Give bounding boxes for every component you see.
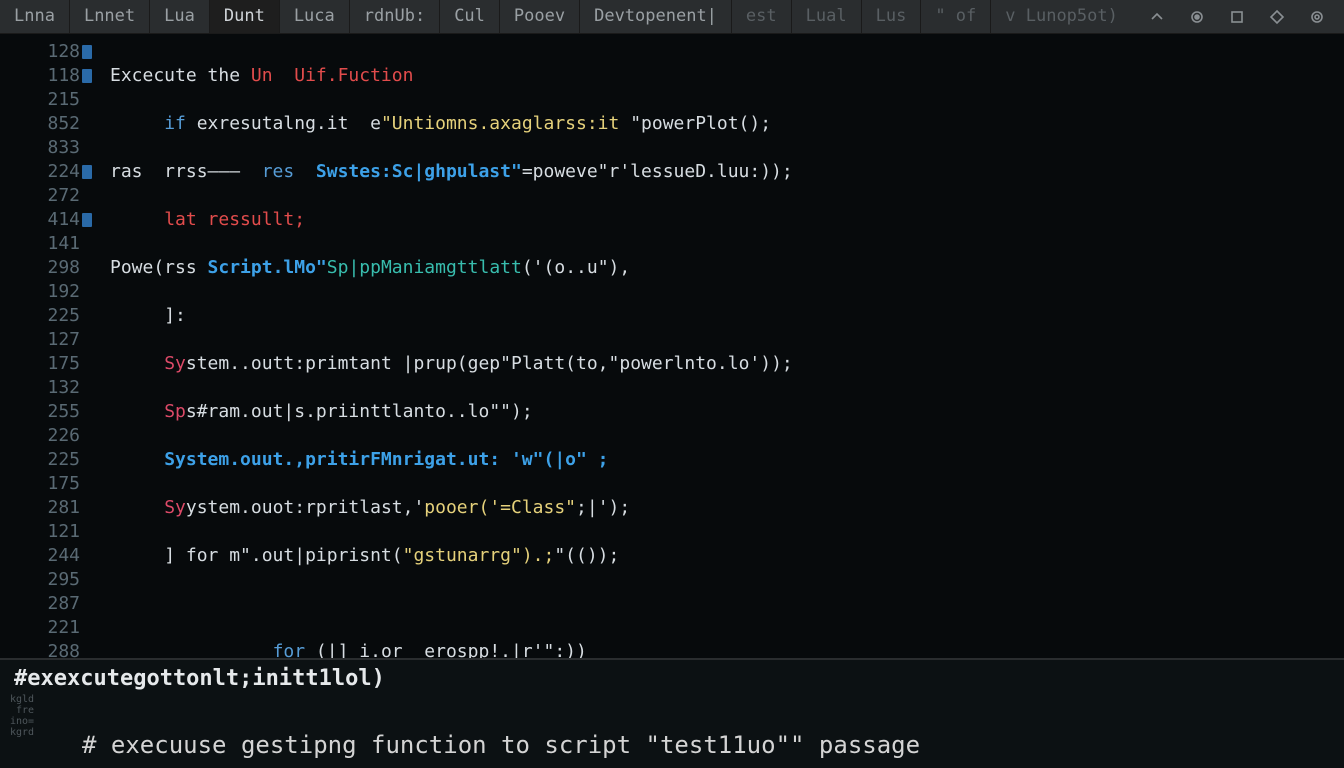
code-line: System.ouut.,pritirFMnrigat.ut: 'w"(|o" … <box>110 448 1344 472</box>
line-number: 244 <box>0 544 80 568</box>
terminal-mini-output: kgld fre ino= kgrd <box>10 694 34 738</box>
tab-lunop[interactable]: v Lunop5ot) <box>991 0 1130 33</box>
line-number: 128 <box>0 40 80 64</box>
code-line: Excecute the Un Uif.Fuction <box>110 64 1344 88</box>
line-number: 127 <box>0 328 80 352</box>
editor: 128 118 215 852 833 224 272 414 141 298 … <box>0 34 1344 658</box>
line-number: 287 <box>0 592 80 616</box>
titlebar: Lnna Lnnet Lua Dunt Luca rdnUb: Cul Pooe… <box>0 0 1344 34</box>
line-number: 281 <box>0 496 80 520</box>
line-number: 215 <box>0 88 80 112</box>
maximize-icon[interactable] <box>1228 8 1246 26</box>
tab-lnnet[interactable]: Lnnet <box>70 0 150 33</box>
line-number: 255 <box>0 400 80 424</box>
tab-lua[interactable]: Lua <box>150 0 210 33</box>
tab-cul[interactable]: Cul <box>440 0 500 33</box>
code-area[interactable]: Excecute the Un Uif.Fuction if exresutal… <box>92 34 1344 658</box>
tab-lnna[interactable]: Lnna <box>0 0 70 33</box>
tab-devtop[interactable]: Devtopenent| <box>580 0 732 33</box>
tab-pooev[interactable]: Pooev <box>500 0 580 33</box>
diamond-icon[interactable] <box>1268 8 1286 26</box>
line-number: 192 <box>0 280 80 304</box>
line-number: 121 <box>0 520 80 544</box>
gear-icon[interactable] <box>1308 8 1326 26</box>
tab-lual[interactable]: Lual <box>792 0 862 33</box>
line-number: 175 <box>0 352 80 376</box>
code-line: if exresutalng.it e"Untiomns.axaglarss:i… <box>110 112 1344 136</box>
line-number: 225 <box>0 304 80 328</box>
line-number: 226 <box>0 424 80 448</box>
line-number-gutter: 128 118 215 852 833 224 272 414 141 298 … <box>0 34 92 658</box>
terminal-comment: # execuuse gestipng function to script "… <box>14 731 1330 759</box>
line-number: 224 <box>0 160 80 184</box>
code-line: System..outt:primtant |prup(gep"Platt(to… <box>110 352 1344 376</box>
code-line: Powe(rss Script.lMo"Sp|ppManiamgttlatt('… <box>110 256 1344 280</box>
code-line: ] for m".out|piprisnt("gstunarrg").;"(()… <box>110 544 1344 568</box>
code-line <box>110 592 1344 616</box>
line-number: 298 <box>0 256 80 280</box>
code-line: Syystem.ouot:rpritlast,'pooer('=Class";|… <box>110 496 1344 520</box>
line-number: 225 <box>0 448 80 472</box>
tab-dunt[interactable]: Dunt <box>210 0 280 33</box>
record-icon[interactable] <box>1188 8 1206 26</box>
code-line: for (|] i.or erospp!.|r'":)) <box>110 640 1344 658</box>
tab-lus[interactable]: Lus <box>862 0 922 33</box>
line-number: 295 <box>0 568 80 592</box>
line-number: 852 <box>0 112 80 136</box>
tab-luca[interactable]: Luca <box>280 0 350 33</box>
tab-of[interactable]: " of <box>921 0 991 33</box>
line-number: 414 <box>0 208 80 232</box>
chevron-up-icon[interactable] <box>1148 8 1166 26</box>
tab-est[interactable]: est <box>732 0 792 33</box>
code-line: Sps#ram.out|s.priinttlanto..lo""); <box>110 400 1344 424</box>
code-line: ras rrss——– res Swstes:Sc|ghpulast"=powe… <box>110 160 1344 184</box>
terminal-panel[interactable]: #exexcutegottonlt;initt1lol) kgld fre in… <box>0 658 1344 768</box>
line-number: 118 <box>0 64 80 88</box>
tab-strip: Lnna Lnnet Lua Dunt Luca rdnUb: Cul Pooe… <box>0 0 1130 33</box>
line-number: 132 <box>0 376 80 400</box>
line-number: 221 <box>0 616 80 640</box>
window-controls <box>1130 0 1344 33</box>
code-line: ]: <box>110 304 1344 328</box>
line-number: 141 <box>0 232 80 256</box>
terminal-prompt: #exexcutegottonlt;initt1lol) <box>14 666 1330 691</box>
code-line: lat ressullt; <box>110 208 1344 232</box>
line-number: 833 <box>0 136 80 160</box>
tab-rdnub[interactable]: rdnUb: <box>350 0 440 33</box>
line-number: 175 <box>0 472 80 496</box>
line-number: 272 <box>0 184 80 208</box>
